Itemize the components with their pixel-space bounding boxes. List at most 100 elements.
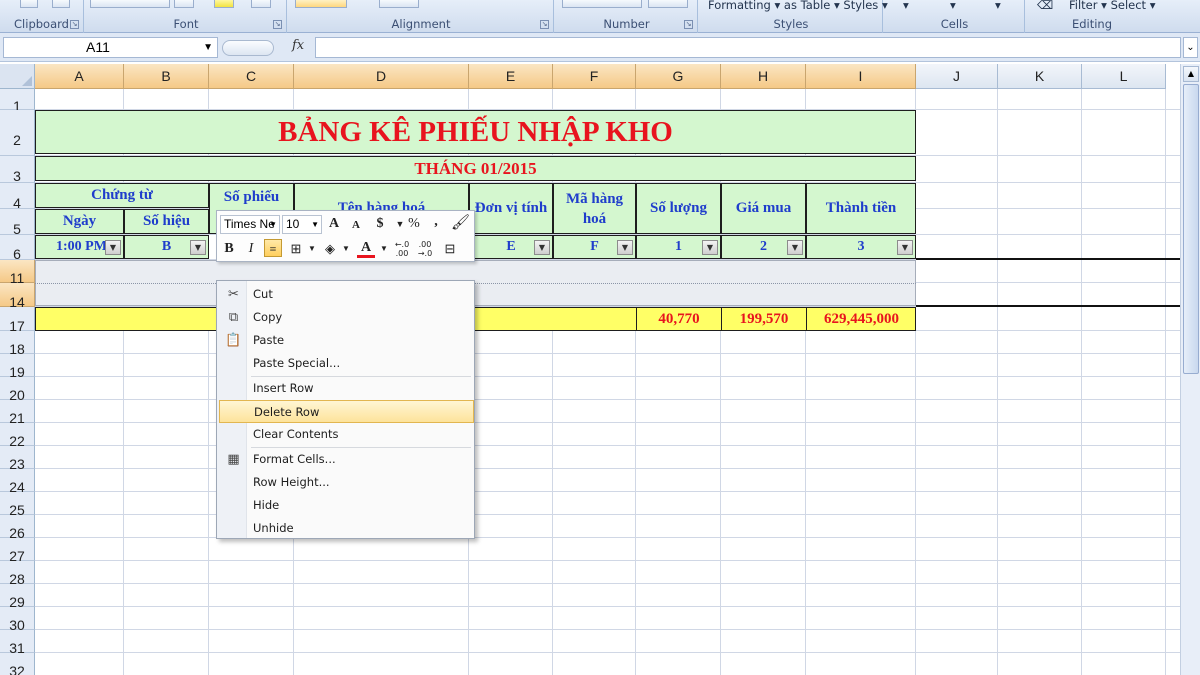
filter-cell-f[interactable]: F ▼ <box>553 235 636 259</box>
column-header-g[interactable]: G <box>636 64 721 89</box>
comma-button[interactable]: , <box>427 213 445 231</box>
row-header-20[interactable]: 20 <box>0 377 35 403</box>
row-header-21[interactable]: 21 <box>0 400 35 426</box>
menu-item-insert-row[interactable]: Insert Row <box>219 377 474 400</box>
font-name-combo[interactable]: Times Ne ▼ <box>220 215 280 234</box>
filter-cell-i[interactable]: 3 ▼ <box>806 235 916 259</box>
filter-cell-e[interactable]: E ▼ <box>469 235 553 259</box>
grow-font-button[interactable]: A <box>325 215 343 233</box>
menu-item-paste-special[interactable]: Paste Special... <box>219 352 474 375</box>
row-header-17[interactable]: 17 <box>0 307 35 334</box>
filter-dropdown-icon[interactable]: ▼ <box>534 240 550 255</box>
row-header-24[interactable]: 24 <box>0 469 35 495</box>
indent-button-stub[interactable] <box>379 0 419 8</box>
column-header-c[interactable]: C <box>209 64 294 89</box>
header-gia-mua[interactable]: Giá mua <box>721 183 806 234</box>
header-so-luong[interactable]: Số lượng <box>636 183 721 234</box>
number-launcher-icon[interactable]: ↘ <box>684 20 693 29</box>
percent-button[interactable]: % <box>405 215 423 233</box>
cells-dropdown-icon[interactable]: ▾ <box>903 0 909 12</box>
filter-cell-h[interactable]: 2 ▼ <box>721 235 806 259</box>
header-ngay[interactable]: Ngày <box>35 209 124 234</box>
row-header-18[interactable]: 18 <box>0 331 35 357</box>
row-header-22[interactable]: 22 <box>0 423 35 449</box>
column-header-a[interactable]: A <box>35 64 124 89</box>
formula-input[interactable] <box>315 37 1181 58</box>
header-thanh-tien[interactable]: Thành tiền <box>806 183 916 234</box>
name-box-dropdown-icon[interactable]: ▼ <box>203 38 213 57</box>
row-header-28[interactable]: 28 <box>0 561 35 587</box>
borders-dropdown-icon[interactable]: ▼ <box>303 240 321 258</box>
menu-item-clear-contents[interactable]: Clear Contents <box>219 423 474 446</box>
font-size-dropdown-icon[interactable]: ▼ <box>311 216 319 233</box>
header-chung-tu[interactable]: Chứng từ <box>35 183 209 208</box>
column-header-k[interactable]: K <box>998 64 1082 89</box>
row-header-19[interactable]: 19 <box>0 354 35 380</box>
font-name-dropdown-icon[interactable]: ▼ <box>269 216 277 233</box>
row-header-3[interactable]: 3 <box>0 156 35 184</box>
expand-formula-bar-icon[interactable]: ⌄ <box>1183 37 1198 58</box>
styles-buttons-text[interactable]: Formatting ▾ as Table ▾ Styles ▾ <box>708 0 888 12</box>
filter-cell-a[interactable]: 1:00 PM ▼ <box>35 235 124 259</box>
menu-item-format-cells[interactable]: ▦ Format Cells... <box>219 448 474 471</box>
column-header-j[interactable]: J <box>916 64 998 89</box>
clear-eraser-icon[interactable]: ⌫ <box>1037 0 1053 12</box>
row-header-27[interactable]: 27 <box>0 538 35 564</box>
filter-cell-b[interactable]: B ▼ <box>124 235 209 259</box>
filter-dropdown-icon[interactable]: ▼ <box>702 240 718 255</box>
decrease-decimal-icon[interactable]: .00 →.0 <box>416 240 434 258</box>
row-header-30[interactable]: 30 <box>0 607 35 633</box>
row-header-6[interactable]: 6 <box>0 235 35 262</box>
menu-item-row-height[interactable]: Row Height... <box>219 471 474 494</box>
row-header-14[interactable]: 14 <box>0 283 35 310</box>
scroll-thumb[interactable] <box>1183 84 1199 374</box>
clipboard-launcher-icon[interactable]: ↘ <box>70 20 79 29</box>
filter-dropdown-icon[interactable]: ▼ <box>617 240 633 255</box>
format-painter-icon[interactable]: 🖌 <box>451 214 470 232</box>
font-launcher-icon[interactable]: ↘ <box>273 20 282 29</box>
header-ma-hang[interactable]: Mã hàng hoá <box>553 183 636 234</box>
column-header-d[interactable]: D <box>294 64 469 89</box>
filter-dropdown-icon[interactable]: ▼ <box>190 240 206 255</box>
increase-decimal-icon[interactable]: ←.0 .00 <box>393 240 411 258</box>
bold-button[interactable]: B <box>220 240 238 258</box>
header-so-hieu[interactable]: Số hiệu <box>124 209 209 234</box>
column-header-i[interactable]: I <box>806 64 916 89</box>
fill-color-stub[interactable] <box>214 0 234 8</box>
menu-item-unhide[interactable]: Unhide <box>219 517 474 540</box>
row-header-23[interactable]: 23 <box>0 446 35 472</box>
row-header-11[interactable]: 11 <box>0 260 35 286</box>
number-format-stub[interactable] <box>562 0 642 8</box>
insert-function-icon[interactable]: fx <box>292 38 304 53</box>
decimal-button-stub[interactable] <box>648 0 688 8</box>
select-all-button[interactable] <box>0 64 35 89</box>
filter-dropdown-icon[interactable]: ▼ <box>787 240 803 255</box>
cells-dropdown-icon-2[interactable]: ▾ <box>950 0 956 12</box>
filter-dropdown-icon[interactable]: ▼ <box>105 240 121 255</box>
row-header-32[interactable]: 32 <box>0 653 35 675</box>
row-header-2[interactable]: 2 <box>0 110 35 156</box>
row-header-1[interactable]: 1 <box>0 89 35 114</box>
editing-buttons-text[interactable]: Filter ▾ Select ▾ <box>1069 0 1155 12</box>
row-header-26[interactable]: 26 <box>0 515 35 541</box>
paste-button-stub[interactable] <box>20 0 38 8</box>
row-header-29[interactable]: 29 <box>0 584 35 610</box>
align-button-stub[interactable] <box>295 0 347 8</box>
menu-item-delete-row[interactable]: Delete Row <box>219 400 474 423</box>
row-header-4[interactable]: 4 <box>0 183 35 211</box>
menu-item-paste[interactable]: 📋 Paste <box>219 329 474 352</box>
row-header-25[interactable]: 25 <box>0 492 35 518</box>
font-color-button[interactable]: A <box>357 239 375 258</box>
menu-item-cut[interactable]: ✂ Cut <box>219 283 474 306</box>
border-button-stub[interactable] <box>174 0 194 8</box>
italic-button[interactable]: I <box>242 240 260 258</box>
total-gia-mua[interactable]: 199,570 <box>721 308 806 331</box>
fill-dropdown-icon[interactable]: ▼ <box>337 240 355 258</box>
row-header-5[interactable]: 5 <box>0 209 35 237</box>
shrink-font-button[interactable]: A <box>347 216 365 234</box>
row-header-31[interactable]: 31 <box>0 630 35 656</box>
filter-dropdown-icon[interactable]: ▼ <box>897 240 913 255</box>
scroll-up-icon[interactable]: ▲ <box>1183 66 1199 82</box>
center-align-icon[interactable]: ≡ <box>264 239 282 257</box>
subtitle-cell[interactable]: THÁNG 01/2015 <box>35 156 916 181</box>
